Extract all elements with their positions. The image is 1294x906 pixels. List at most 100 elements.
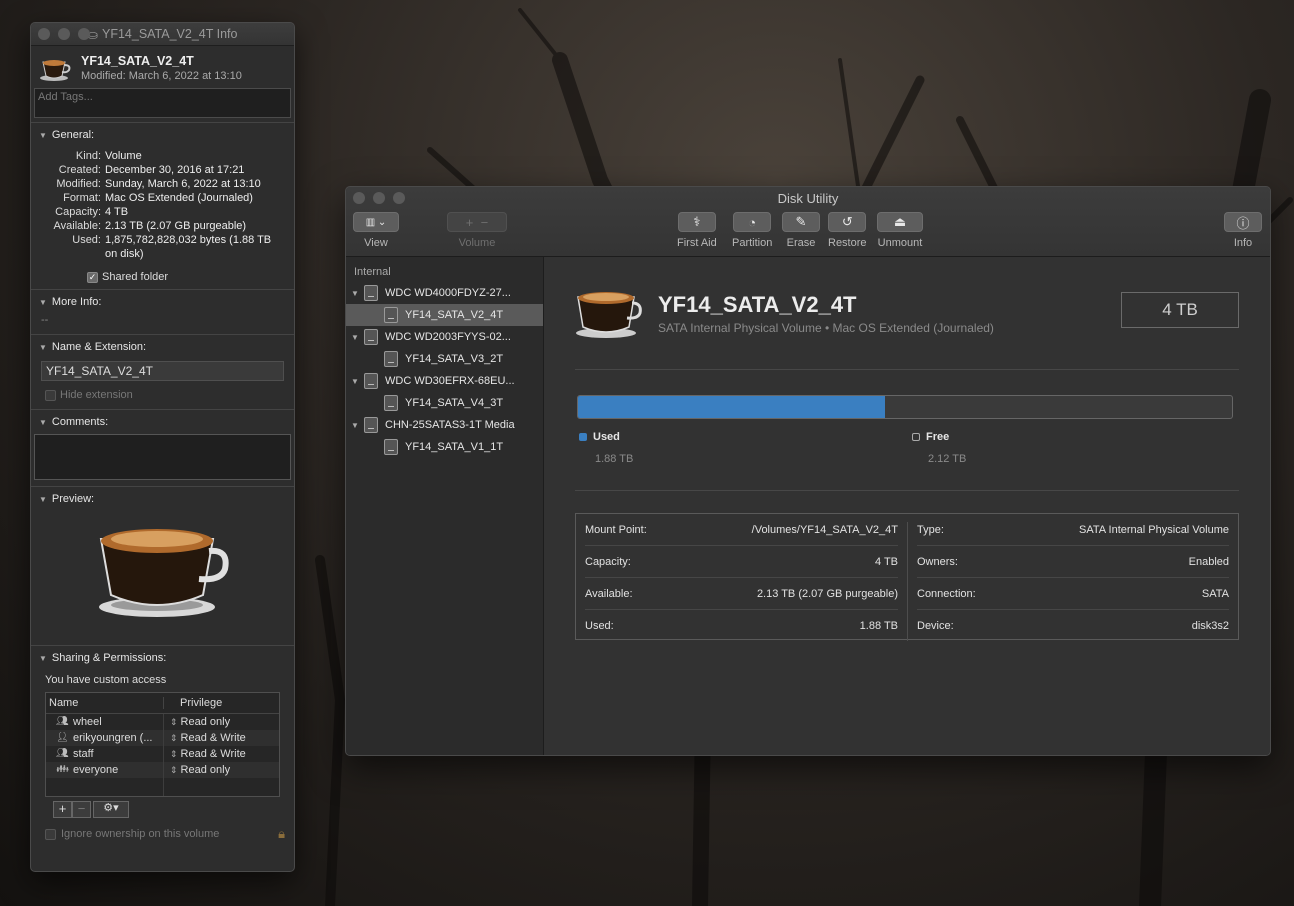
comments-header[interactable]: ▼ Comments:: [39, 416, 286, 428]
permission-user-name: everyone: [73, 764, 119, 776]
close-button[interactable]: [38, 28, 50, 40]
permission-row[interactable]: 👪︎ everyone ⇕ Read only: [46, 762, 279, 778]
preview-section: ▼ Preview:: [31, 486, 294, 645]
tags-field[interactable]: Add Tags...: [34, 88, 291, 118]
name-column-header[interactable]: Name: [46, 697, 163, 709]
sidebar-volume-item[interactable]: YF14_SATA_V1_1T: [346, 436, 543, 458]
sidebar-volume-label: YF14_SATA_V2_4T: [405, 309, 504, 321]
sharing-header[interactable]: ▼ Sharing & Permissions:: [39, 652, 286, 664]
eject-icon: ⏏: [893, 214, 907, 229]
general-value: Volume: [105, 150, 142, 162]
privilege-value: Read & Write: [180, 732, 246, 744]
unmount-button[interactable]: ⏏: [877, 212, 923, 232]
general-value: Mac OS Extended (Journaled): [105, 192, 253, 204]
detail-row: Owners: Enabled: [917, 546, 1229, 578]
disclosure-triangle-icon[interactable]: ▼: [39, 343, 47, 352]
zoom-button[interactable]: [78, 28, 90, 40]
sidebar-disk-item[interactable]: ▼ WDC WD4000FDYZ-27...: [346, 282, 543, 304]
volume-details-table: Mount Point: /Volumes/YF14_SATA_V2_4T Capa…: [575, 513, 1239, 641]
name-extension-header[interactable]: ▼ Name & Extension:: [39, 341, 286, 353]
used-space-fill: [578, 396, 886, 418]
privilege-value: Read only: [180, 764, 231, 776]
more-info-header[interactable]: ▼ More Info:: [39, 296, 286, 308]
disk-sidebar: Internal ▼ WDC WD4000FDYZ-27... YF14_SATA_…: [346, 257, 544, 755]
first-aid-button[interactable]: ⚕: [677, 212, 716, 232]
group-icon: 👥︎: [56, 716, 69, 727]
disclosure-triangle-icon[interactable]: ▼: [39, 654, 47, 663]
info-button[interactable]: ⓘ: [1224, 212, 1262, 232]
shared-folder-checkbox[interactable]: ✓: [87, 271, 98, 283]
remove-user-button[interactable]: −: [72, 801, 91, 818]
hide-extension-checkbox[interactable]: [45, 389, 56, 401]
free-swatch: [912, 433, 920, 441]
ignore-ownership-checkbox[interactable]: [45, 828, 56, 840]
volume-add-remove-button[interactable]: + −: [447, 212, 507, 232]
hide-extension-label: Hide extension: [60, 389, 133, 401]
used-swatch: [579, 433, 587, 441]
disclosure-triangle-icon[interactable]: ▼: [39, 418, 47, 427]
action-gear-button[interactable]: ⚙▾: [93, 801, 129, 818]
hard-disk-icon: [364, 417, 378, 433]
permission-name-cell: 👤︎ erikyoungren (...: [46, 732, 163, 744]
volume-icon: [384, 351, 398, 367]
sidebar-volume-item[interactable]: YF14_SATA_V2_4T: [346, 304, 543, 326]
permission-row[interactable]: 👥︎ staff ⇕ Read & Write: [46, 746, 279, 762]
permission-row[interactable]: 👤︎ erikyoungren (... ⇕ Read & Write: [46, 730, 279, 746]
lock-icon[interactable]: 🔒︎: [278, 826, 285, 842]
detail-value: Enabled: [1188, 555, 1229, 568]
volume-subtitle: SATA Internal Physical Volume • Mac OS E…: [658, 320, 994, 335]
disclosure-triangle-icon[interactable]: ▼: [346, 377, 364, 386]
privilege-value: Read & Write: [180, 748, 246, 760]
disclosure-triangle-icon[interactable]: ▼: [346, 289, 364, 298]
detail-value: disk3s2: [1191, 619, 1229, 632]
comments-field[interactable]: [34, 434, 291, 480]
used-label: Used: [593, 431, 620, 443]
partition-button[interactable]: ◔: [733, 212, 772, 232]
disclosure-triangle-icon[interactable]: ▼: [346, 333, 364, 342]
erase-button[interactable]: ✎: [782, 212, 820, 232]
privilege-value: Read only: [180, 716, 231, 728]
restore-button[interactable]: ↺: [828, 212, 867, 232]
add-user-button[interactable]: +: [53, 801, 72, 818]
detail-key: Connection:: [917, 587, 976, 600]
sidebar-disk-label: WDC WD30EFRX-68EU...: [385, 375, 515, 387]
general-key: Created:: [58, 164, 101, 176]
privilege-popup[interactable]: ⇕ Read only: [163, 762, 279, 778]
privilege-popup[interactable]: ⇕ Read & Write: [163, 746, 279, 762]
name-field[interactable]: YF14_SATA_V2_4T: [41, 361, 284, 381]
disclosure-triangle-icon[interactable]: ▼: [39, 495, 47, 504]
view-button[interactable]: ▥ ⌄: [353, 212, 399, 232]
restore-icon: ↺: [841, 214, 853, 229]
sidebar-volume-item[interactable]: YF14_SATA_V3_2T: [346, 348, 543, 370]
privilege-popup[interactable]: ⇕ Read & Write: [163, 730, 279, 746]
divider: [575, 369, 1239, 370]
restore-label: Restore: [828, 237, 867, 249]
ignore-ownership-label: Ignore ownership on this volume: [61, 828, 220, 840]
info-titlebar[interactable]: ⛀ YF14_SATA_V2_4T Info: [31, 23, 294, 46]
minimize-button[interactable]: [58, 28, 70, 40]
coffee-cup-preview-image: [99, 529, 229, 617]
info-label: Info: [1233, 237, 1253, 249]
general-value: December 30, 2016 at 17:21: [105, 164, 245, 176]
general-value: Sunday, March 6, 2022 at 13:10: [105, 178, 261, 190]
sidebar-disk-item[interactable]: ▼ WDC WD30EFRX-68EU...: [346, 370, 543, 392]
privilege-popup[interactable]: ⇕ Read only: [163, 714, 279, 730]
disclosure-triangle-icon[interactable]: ▼: [346, 421, 364, 430]
sidebar-disk-item[interactable]: ▼ WDC WD2003FYYS-02...: [346, 326, 543, 348]
disclosure-triangle-icon[interactable]: ▼: [39, 298, 47, 307]
disclosure-triangle-icon[interactable]: ▼: [39, 131, 47, 140]
view-label: View: [364, 237, 388, 249]
permission-row[interactable]: 👥︎ wheel ⇕ Read only: [46, 714, 279, 730]
sidebar-icon: ▥ ⌄: [365, 216, 387, 228]
sidebar-volume-item[interactable]: YF14_SATA_V4_3T: [346, 392, 543, 414]
general-header[interactable]: ▼ General:: [39, 129, 286, 141]
general-key: Modified:: [56, 178, 101, 190]
sidebar-disk-item[interactable]: ▼ CHN-25SATAS3-1T Media: [346, 414, 543, 436]
general-value: 1,875,782,828,032 bytes (1.88 TB on disk…: [105, 234, 272, 260]
preview-header[interactable]: ▼ Preview:: [39, 493, 286, 505]
detail-value: 1.88 TB: [859, 619, 898, 632]
first-aid-label: First Aid: [677, 237, 717, 249]
volume-icon: [384, 395, 398, 411]
general-key: Available:: [53, 220, 102, 232]
privilege-column-header[interactable]: Privilege: [163, 697, 279, 709]
